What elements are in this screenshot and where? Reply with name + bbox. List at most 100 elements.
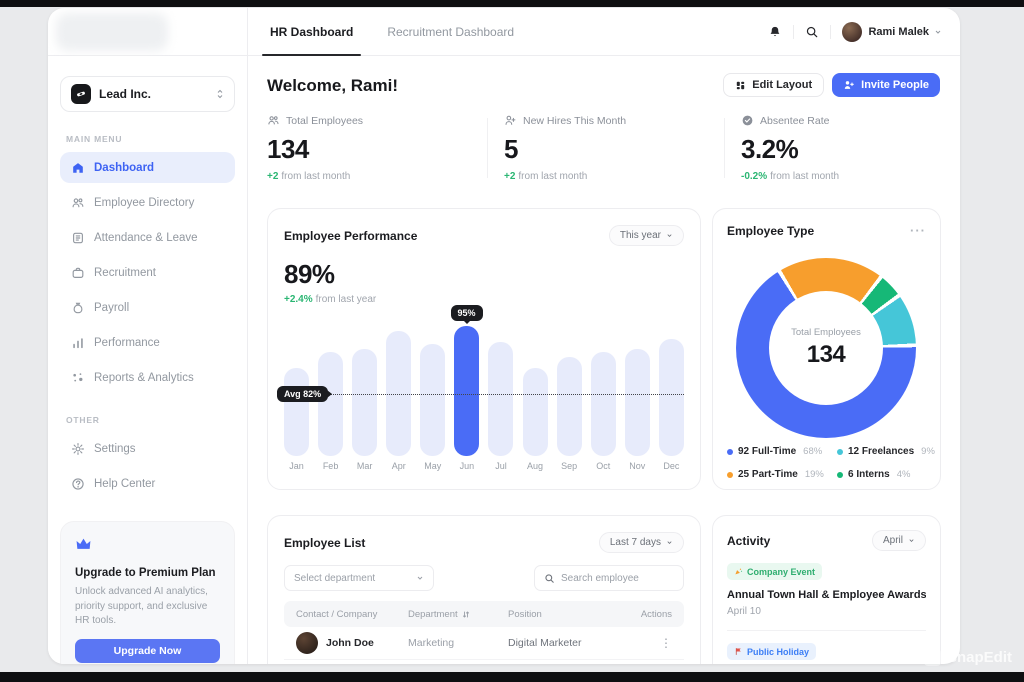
sidebar-item-settings[interactable]: Settings [60,433,235,464]
bar-aug [523,368,548,456]
app-window: HR Dashboard Recruitment Dashboard Rami … [48,8,960,664]
row-actions-kebab-icon[interactable]: ⋮ [632,636,672,650]
card-title: Employee Performance [284,229,417,243]
activity-card: Activity April Company EventAnnual Town … [712,515,941,664]
bar-jul [488,342,513,456]
user-plus-icon [504,114,517,127]
top-header: HR Dashboard Recruitment Dashboard Rami … [48,8,960,56]
help-icon [70,477,85,491]
performance-change: +2.4%from last year [284,294,684,305]
crown-icon [75,536,92,551]
bar-sep [557,357,582,456]
average-tag: Avg 82% [277,386,328,402]
user-menu[interactable]: Rami Malek [842,22,942,42]
department-column[interactable]: Department [408,609,508,620]
org-switcher[interactable]: Lead Inc. [60,76,235,112]
tab-hr-dashboard[interactable]: HR Dashboard [266,8,357,55]
sort-icon [462,610,470,619]
performance-value: 89% [284,259,684,290]
search-icon [544,573,555,584]
table-row[interactable]: Maria TanFinanceFinance Manager⋮ [284,660,684,664]
chevron-down-icon [666,232,673,239]
sidebar-item-help-center[interactable]: Help Center [60,468,235,499]
money-bag-icon [70,301,85,315]
upgrade-title: Upgrade to Premium Plan [75,567,220,579]
legend-freelances: 12 Freelances9% [837,446,935,457]
sidebar-item-employee-directory[interactable]: Employee Directory [60,187,235,218]
card-title: Activity [727,534,770,548]
divider [793,25,794,39]
calendar-icon [70,231,85,245]
employee-position: Digital Marketer [508,637,632,649]
search-icon[interactable] [805,25,819,39]
donut-center: Total Employees 134 [769,291,883,405]
table-header: Contact / Company Department Position Ac… [284,601,684,627]
layout-icon [735,80,746,91]
month-select[interactable]: April [872,530,926,551]
org-logo-icon [71,84,91,104]
activity-badge: Public Holiday [727,643,816,660]
more-menu-icon[interactable]: ··· [910,223,926,238]
activity-date: April 10 [727,606,926,617]
employee-name: John Doe [326,637,374,649]
home-icon [70,161,85,175]
divider [830,25,831,39]
bar-oct [591,352,616,456]
employee-list-card: Employee List Last 7 days Select departm… [267,515,701,664]
card-title: Employee List [284,536,365,550]
invite-people-button[interactable]: Invite People [832,73,940,97]
legend-dot [727,449,733,455]
sidebar-item-payroll[interactable]: Payroll [60,292,235,323]
sidebar: Lead Inc. MAIN MENU Dashboard Employee D… [48,56,248,664]
bar-dec [659,339,684,456]
legend-dot [837,472,843,478]
stat-new-hires: New Hires This Month 5 +2from last month [487,114,724,182]
month-label: Jun [454,461,479,471]
sidebar-item-performance[interactable]: Performance [60,327,235,358]
sidebar-item-recruitment[interactable]: Recruitment [60,257,235,288]
month-label: Jul [488,461,513,471]
activity-item: Public HolidayNational Good Friday [727,631,926,664]
month-label: Nov [625,461,650,471]
scatter-dots-icon [70,371,85,385]
bar-chart-icon [70,336,85,350]
stat-change: -0.2%from last month [741,171,960,182]
employee-department: Marketing [408,637,508,649]
page-title: Welcome, Rami! [267,76,398,96]
employee-search[interactable] [534,565,684,591]
stat-value: 5 [504,134,724,165]
month-label: Dec [659,461,684,471]
bar-mar [352,349,377,456]
period-select[interactable]: This year [609,225,684,246]
legend-dot [837,449,843,455]
check-circle-icon [741,114,754,127]
activity-item: Company EventAnnual Town Hall & Employee… [727,551,926,617]
employee-performance-card: Employee Performance This year 89% +2.4%… [267,208,701,490]
bell-icon[interactable] [768,25,782,39]
employee-type-donut: Total Employees 134 [736,258,916,438]
table-row[interactable]: John Doe MarketingDigital Marketer⋮ [284,627,684,660]
employee-type-card: Employee Type ··· Total Employees 134 92… [712,208,941,490]
bar-labels: JanFebMarAprMayJunJulAugSepOctNovDec [284,461,684,471]
upgrade-now-button[interactable]: Upgrade Now [75,639,220,663]
sidebar-item-dashboard[interactable]: Dashboard [60,152,235,183]
sidebar-item-reports-analytics[interactable]: Reports & Analytics [60,362,235,393]
search-input[interactable] [561,573,671,584]
legend-part-time: 25 Part-Time19% [727,469,837,480]
users-group-icon [267,114,280,127]
month-label: Apr [386,461,411,471]
company-logo [56,13,168,51]
tab-recruitment-dashboard[interactable]: Recruitment Dashboard [383,8,518,55]
sidebar-item-attendance-leave[interactable]: Attendance & Leave [60,222,235,253]
briefcase-icon [70,266,85,280]
edit-layout-button[interactable]: Edit Layout [723,73,824,97]
month-label: Sep [557,461,582,471]
main-menu-label: MAIN MENU [66,134,247,144]
month-label: Oct [591,461,616,471]
flag-icon [734,647,743,656]
bar-may [420,344,445,456]
period-select[interactable]: Last 7 days [599,532,684,553]
month-label: Feb [318,461,343,471]
department-select[interactable]: Select department [284,565,434,591]
activity-list: Company EventAnnual Town Hall & Employee… [727,551,926,664]
